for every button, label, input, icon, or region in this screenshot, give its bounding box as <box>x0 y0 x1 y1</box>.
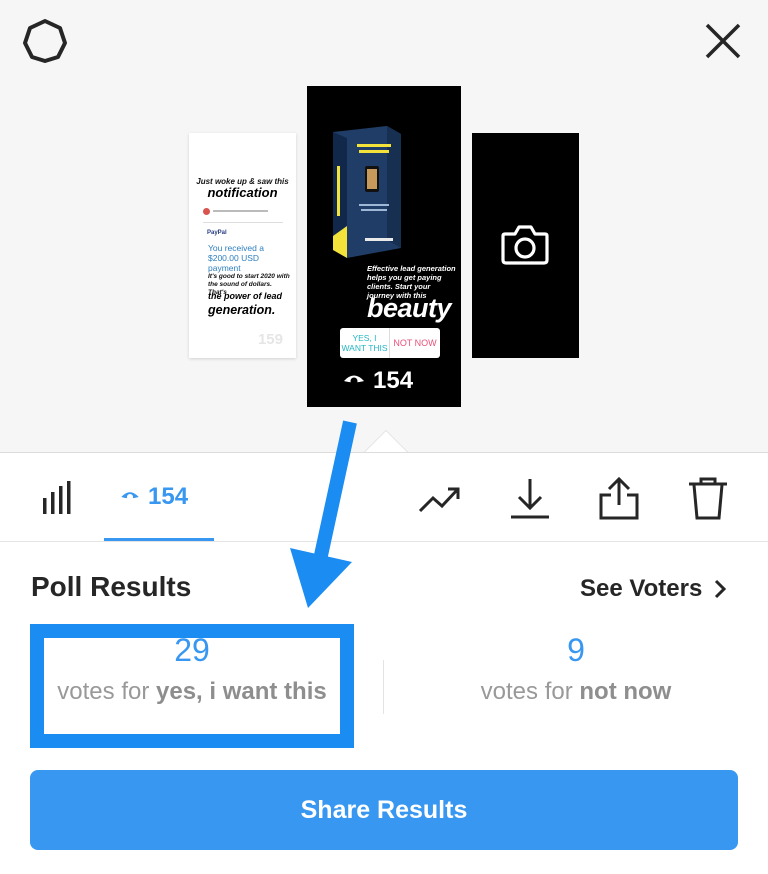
story-view-count: 159 <box>257 331 283 348</box>
viewers-count: 154 <box>120 483 188 511</box>
story-thumbnail-previous[interactable]: Just woke up & saw this notification Pay… <box>189 133 296 358</box>
story-text: notification <box>207 185 278 200</box>
story-text: You received a $200.00 USD payment <box>208 243 264 273</box>
see-voters-link[interactable]: See Voters <box>580 575 727 603</box>
poll-option-no: NOT NOW <box>393 338 437 348</box>
story-text: generation. <box>208 303 276 317</box>
paypal-logo: PayPal <box>207 230 227 236</box>
eye-icon <box>344 375 364 385</box>
tab-viewers[interactable]: 154 <box>104 453 214 541</box>
story-headline: beauty <box>367 293 452 323</box>
download-icon[interactable] <box>508 477 552 521</box>
gear-icon[interactable] <box>22 18 68 64</box>
story-thumbnail-add[interactable] <box>472 133 579 358</box>
chevron-right-icon <box>715 579 727 599</box>
vote-label-prefix: votes for <box>480 678 573 705</box>
email-snippet <box>203 207 283 217</box>
camera-icon[interactable] <box>501 222 549 266</box>
vote-label-option: not now <box>579 678 672 705</box>
highlight-box <box>30 624 354 748</box>
product-box-image <box>333 126 401 258</box>
share-icon[interactable] <box>597 477 641 521</box>
viewers-count-value: 154 <box>148 483 189 510</box>
poll-sticker: YES, I WANT THIS NOT NOW <box>340 328 440 358</box>
eye-icon <box>121 492 139 501</box>
poll-option-yes: YES, I WANT THIS <box>340 328 390 358</box>
story-text: the power of lead <box>208 291 283 301</box>
see-voters-label: See Voters <box>580 575 703 602</box>
view-count-value: 154 <box>373 367 414 394</box>
trash-icon[interactable] <box>686 477 730 521</box>
trending-icon[interactable] <box>418 477 462 521</box>
annotation-arrow-icon <box>290 420 357 608</box>
poll-results-title: Poll Results <box>31 571 192 602</box>
story-view-count: 154 <box>343 367 433 394</box>
divider <box>203 222 283 223</box>
vote-count: 9 <box>567 632 585 668</box>
story-thumbnail-current[interactable]: Effective lead generation helps you get … <box>307 86 461 407</box>
poll-result-option-2: 9 votes for not now <box>384 632 768 706</box>
story-preview-area: Just woke up & saw this notification Pay… <box>0 0 768 453</box>
close-icon[interactable] <box>704 22 742 60</box>
bar-chart-icon[interactable] <box>42 480 76 516</box>
share-results-button[interactable]: Share Results <box>30 770 738 850</box>
vote-label: votes for not now <box>384 678 768 706</box>
